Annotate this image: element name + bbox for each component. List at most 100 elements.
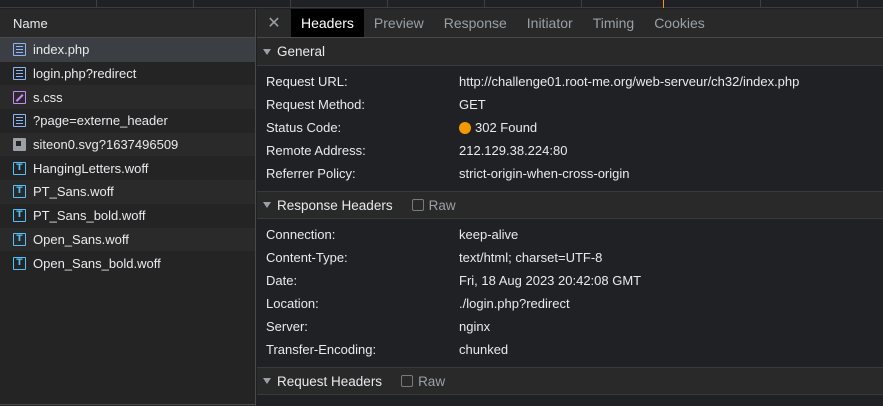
request-name: index.php xyxy=(33,42,90,58)
close-icon[interactable]: ✕ xyxy=(257,9,291,37)
header-row: Transfer-Encoding: chunked xyxy=(266,338,883,361)
divider xyxy=(0,404,255,405)
timeline-tick xyxy=(96,0,97,8)
request-row[interactable]: login.php?redirect xyxy=(0,62,255,86)
header-row: Date: Fri, 18 Aug 2023 20:42:08 GMT xyxy=(266,269,883,292)
request-row[interactable]: ?page=externe_header xyxy=(0,109,255,133)
raw-toggle[interactable]: Raw xyxy=(401,374,445,389)
header-key: Transfer-Encoding: xyxy=(266,342,377,357)
timeline-tick xyxy=(581,0,582,8)
timeline-tick xyxy=(193,0,194,8)
header-value: nginx xyxy=(459,319,491,334)
header-row: Request URL: http://challenge01.root-me.… xyxy=(266,70,883,93)
raw-label: Raw xyxy=(428,197,456,213)
request-row[interactable]: T PT_Sans_bold.woff xyxy=(0,204,255,228)
font-icon: T xyxy=(13,161,26,175)
name-column-header[interactable]: Name xyxy=(0,9,255,38)
timeline-tick xyxy=(760,0,761,8)
general-section: Request URL: http://challenge01.root-me.… xyxy=(257,66,883,191)
request-row[interactable]: T PT_Sans.woff xyxy=(0,180,255,204)
header-value: keep-alive xyxy=(459,227,519,242)
header-key: Remote Address: xyxy=(266,143,366,158)
request-name: Open_Sans_bold.woff xyxy=(33,255,161,271)
status-text: 302 Found xyxy=(475,120,538,135)
chevron-down-icon xyxy=(263,48,271,55)
header-value: chunked xyxy=(459,342,509,357)
request-list-panel: Name index.php login.php?redirect s.css … xyxy=(0,9,256,406)
request-row[interactable]: T HangingLetters.woff xyxy=(0,156,255,180)
request-row[interactable]: T Open_Sans_bold.woff xyxy=(0,251,255,275)
header-key: Location: xyxy=(266,296,319,311)
tab-cookies[interactable]: Cookies xyxy=(644,9,715,37)
header-value: http://challenge01.root-me.org/web-serve… xyxy=(459,74,800,89)
request-name: Open_Sans.woff xyxy=(33,231,129,247)
tab-timing[interactable]: Timing xyxy=(583,9,645,37)
raw-checkbox[interactable] xyxy=(401,375,414,387)
raw-label: Raw xyxy=(418,373,446,389)
timeline-tick xyxy=(387,0,388,8)
response-headers-section-header[interactable]: Response Headers Raw xyxy=(257,191,883,219)
request-row[interactable]: s.css xyxy=(0,85,255,110)
raw-toggle[interactable]: Raw xyxy=(411,197,456,213)
request-name: PT_Sans_bold.woff xyxy=(33,208,146,224)
header-row: Connection: keep-alive xyxy=(266,223,883,246)
stylesheet-icon xyxy=(13,90,26,104)
request-name: HangingLetters.woff xyxy=(33,160,149,176)
request-name: PT_Sans.woff xyxy=(33,184,114,200)
header-row: Request Method: GET xyxy=(266,93,883,116)
header-row: Location: ./login.php?redirect xyxy=(266,292,883,315)
request-name: siteon0.svg?1637496509 xyxy=(33,137,179,153)
timeline-tick xyxy=(857,0,858,8)
request-name: ?page=externe_header xyxy=(33,113,168,129)
font-icon: T xyxy=(13,209,26,223)
section-title: Response Headers xyxy=(277,197,393,213)
request-name: s.css xyxy=(33,89,63,105)
status-dot-icon xyxy=(459,121,471,134)
chevron-down-icon xyxy=(263,202,271,208)
request-row[interactable]: T Open_Sans.woff xyxy=(0,227,255,252)
response-headers-section: Connection: keep-alive Content-Type: tex… xyxy=(257,219,883,367)
header-key: Date: xyxy=(266,273,298,288)
tab-response[interactable]: Response xyxy=(434,9,517,37)
document-icon xyxy=(13,43,26,57)
tab-preview[interactable]: Preview xyxy=(364,9,434,37)
header-key: Status Code: xyxy=(266,120,342,135)
header-value: text/html; charset=UTF-8 xyxy=(459,250,603,265)
section-title: Request Headers xyxy=(277,373,383,389)
header-key: Server: xyxy=(266,319,308,334)
timeline-tick xyxy=(290,0,291,8)
header-row: Server: nginx xyxy=(266,315,883,338)
header-value: Fri, 18 Aug 2023 20:42:08 GMT xyxy=(459,273,642,288)
header-value: GET xyxy=(459,97,486,112)
request-row[interactable]: index.php xyxy=(0,38,255,62)
raw-checkbox[interactable] xyxy=(411,199,424,211)
document-icon xyxy=(13,114,26,128)
general-section-header[interactable]: General xyxy=(257,38,883,66)
header-key: Request URL: xyxy=(266,74,348,89)
tab-initiator[interactable]: Initiator xyxy=(517,9,583,37)
header-row: Status Code: 302 Found xyxy=(266,116,883,139)
header-value: strict-origin-when-cross-origin xyxy=(459,166,630,181)
timeline-marker xyxy=(663,0,664,8)
header-value: ./login.php?redirect xyxy=(459,296,570,311)
image-icon xyxy=(13,138,26,152)
header-key: Connection: xyxy=(266,227,336,242)
header-row: Remote Address: 212.129.38.224:80 xyxy=(266,139,883,162)
request-headers-section-header[interactable]: Request Headers Raw xyxy=(257,367,883,395)
details-tab-bar: ✕ Headers Preview Response Initiator Tim… xyxy=(257,9,883,38)
header-key: Referrer Policy: xyxy=(266,166,356,181)
request-name: login.php?redirect xyxy=(33,66,137,82)
document-icon xyxy=(13,67,26,81)
request-row[interactable]: siteon0.svg?1637496509 xyxy=(0,132,255,157)
chevron-down-icon xyxy=(263,378,271,384)
header-key: Request Method: xyxy=(266,97,366,112)
header-row: Content-Type: text/html; charset=UTF-8 xyxy=(266,246,883,269)
tab-headers[interactable]: Headers xyxy=(291,9,364,37)
timeline-strip[interactable] xyxy=(0,0,883,8)
status-code-value: 302 Found xyxy=(459,120,537,135)
font-icon: T xyxy=(13,256,26,270)
header-row: Referrer Policy: strict-origin-when-cros… xyxy=(266,162,883,185)
header-key: Content-Type: xyxy=(266,250,348,265)
font-icon: T xyxy=(13,185,26,199)
request-details-panel: ✕ Headers Preview Response Initiator Tim… xyxy=(257,9,883,406)
